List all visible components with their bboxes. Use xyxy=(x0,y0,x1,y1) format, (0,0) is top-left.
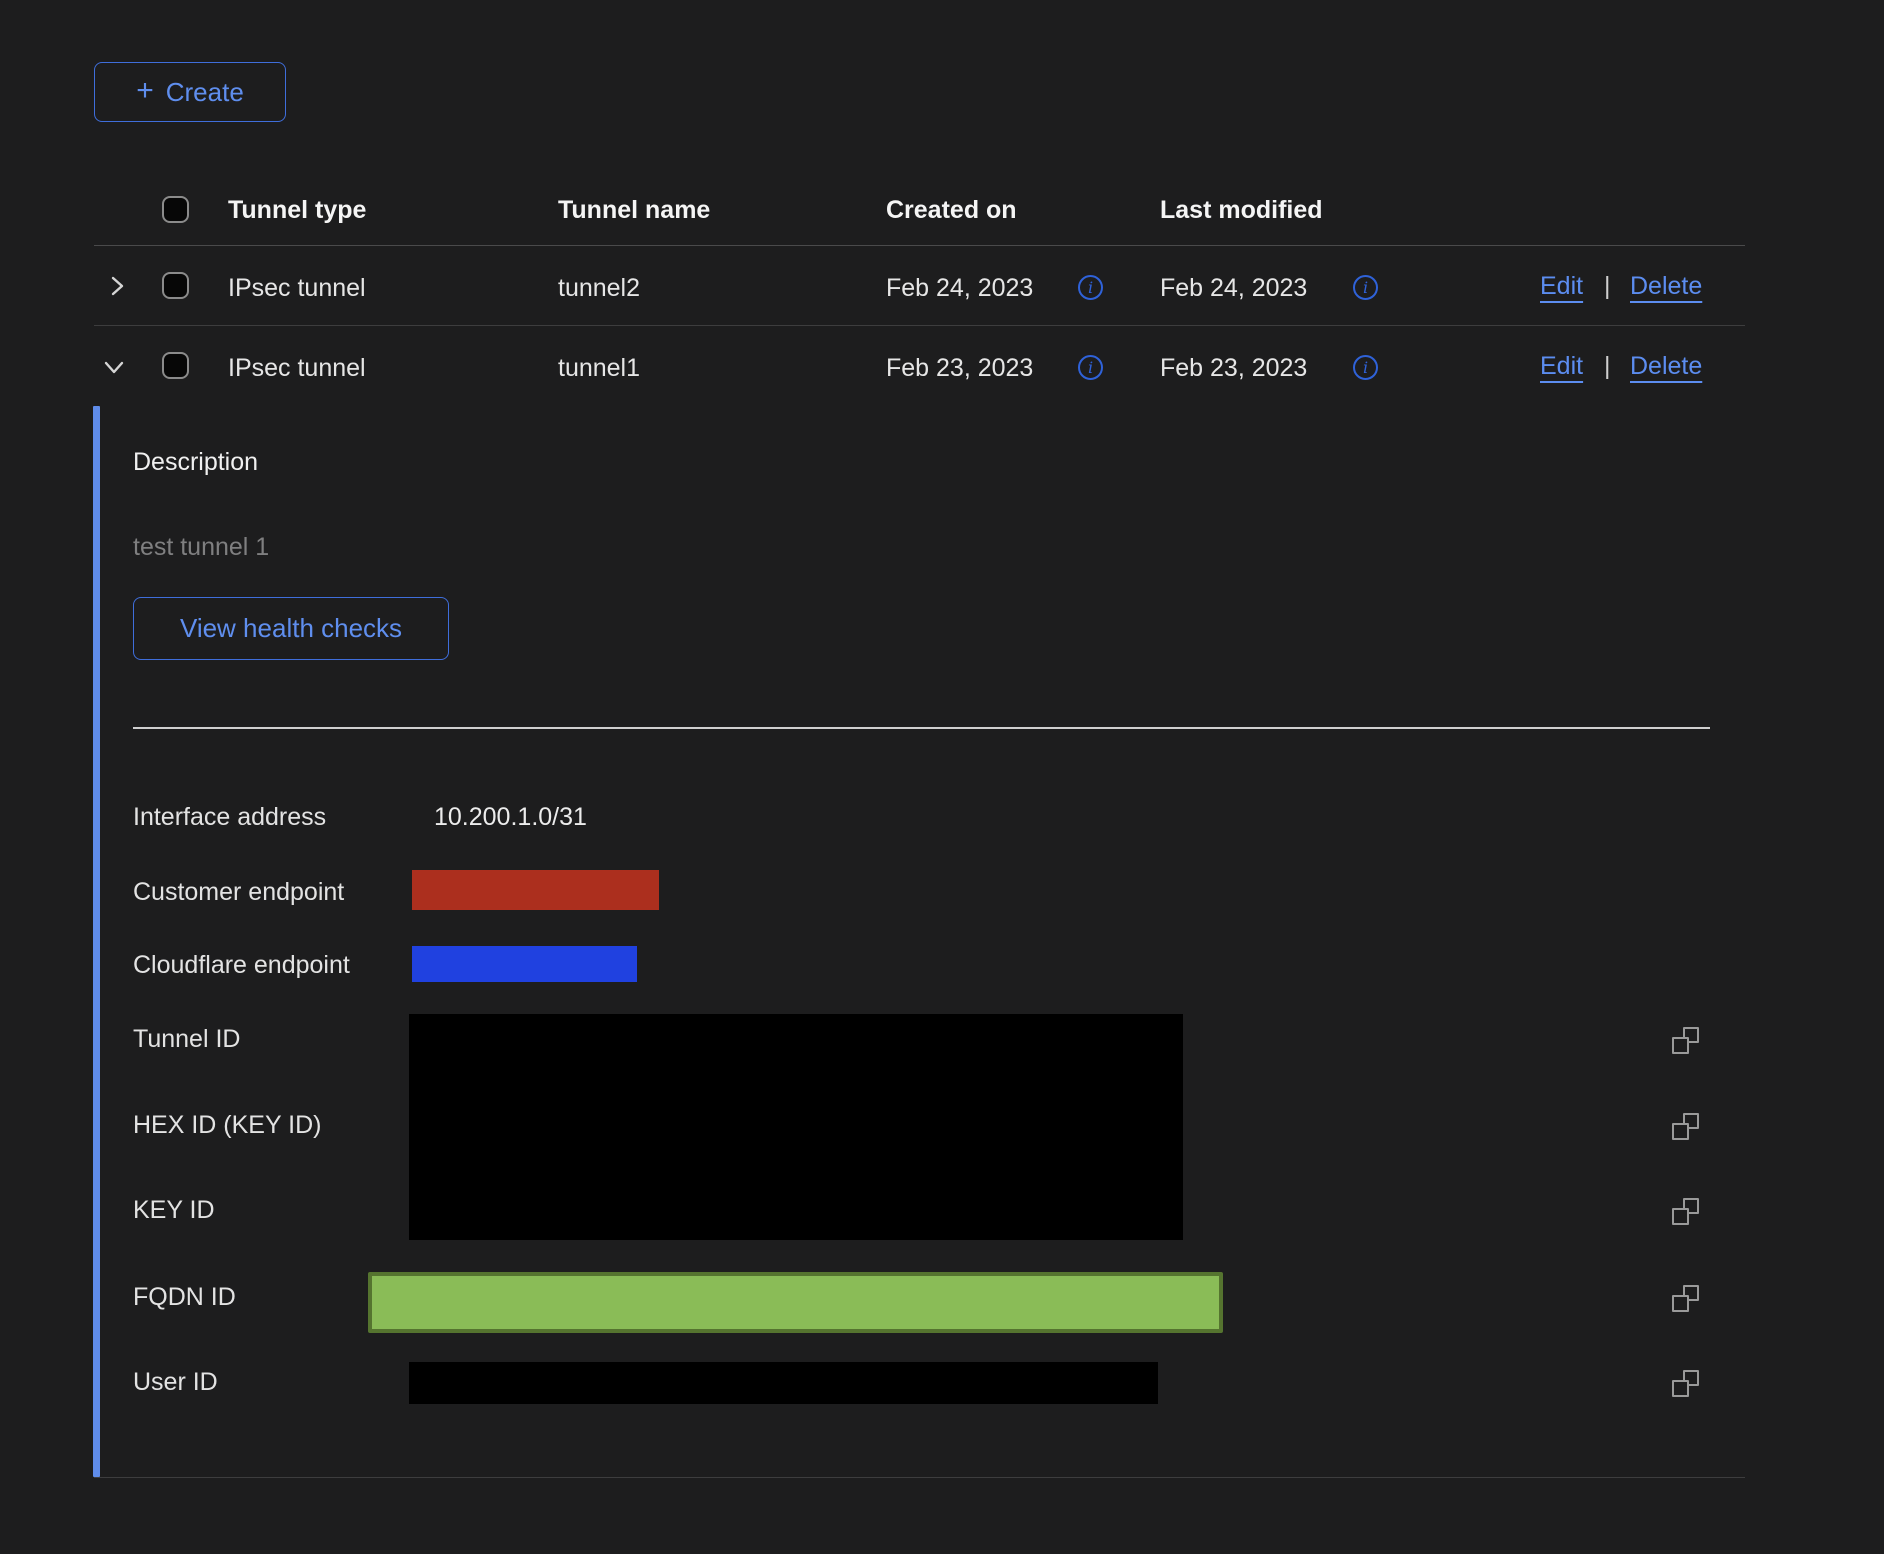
create-button[interactable]: + Create xyxy=(94,62,286,122)
column-header-tunnel-name: Tunnel name xyxy=(558,196,710,225)
select-all-checkbox[interactable] xyxy=(162,196,189,223)
row-divider xyxy=(94,325,1745,326)
edit-link[interactable]: Edit xyxy=(1540,352,1583,381)
tunnel-name-cell: tunnel2 xyxy=(558,274,640,303)
customer-endpoint-redacted-value xyxy=(412,870,659,910)
column-header-last-modified: Last modified xyxy=(1160,196,1323,225)
info-icon[interactable]: i xyxy=(1353,355,1378,380)
action-separator: | xyxy=(1604,352,1611,381)
copy-icon[interactable] xyxy=(1672,1198,1699,1225)
panel-bottom-divider xyxy=(94,1477,1745,1478)
cloudflare-endpoint-label: Cloudflare endpoint xyxy=(133,951,350,980)
info-icon[interactable]: i xyxy=(1078,275,1103,300)
tunnel-type-cell: IPsec tunnel xyxy=(228,354,366,383)
hex-id-label: HEX ID (KEY ID) xyxy=(133,1111,321,1140)
row-checkbox[interactable] xyxy=(162,352,189,379)
tunnel-id-label: Tunnel ID xyxy=(133,1025,240,1054)
plus-icon: + xyxy=(136,76,154,106)
user-id-redacted-value xyxy=(409,1362,1158,1404)
delete-link[interactable]: Delete xyxy=(1630,272,1702,301)
last-modified-cell: Feb 23, 2023 xyxy=(1160,354,1307,383)
detail-divider xyxy=(133,727,1710,729)
info-icon[interactable]: i xyxy=(1353,275,1378,300)
delete-link[interactable]: Delete xyxy=(1630,352,1702,381)
create-button-label: Create xyxy=(166,77,244,108)
key-id-label: KEY ID xyxy=(133,1196,215,1225)
ipsec-tunnels-page: + Create Tunnel type Tunnel name Created… xyxy=(0,0,1884,1554)
header-divider xyxy=(94,245,1745,246)
collapse-row-chevron-down-icon[interactable] xyxy=(101,354,127,380)
copy-icon[interactable] xyxy=(1672,1370,1699,1397)
action-separator: | xyxy=(1604,272,1611,301)
column-header-created-on: Created on xyxy=(886,196,1017,225)
fqdn-id-label: FQDN ID xyxy=(133,1283,236,1312)
tunnel-name-cell: tunnel1 xyxy=(558,354,640,383)
edit-link[interactable]: Edit xyxy=(1540,272,1583,301)
created-on-cell: Feb 23, 2023 xyxy=(886,354,1033,383)
tunnel-id-redacted-value xyxy=(409,1014,1183,1240)
copy-icon[interactable] xyxy=(1672,1113,1699,1140)
view-health-checks-label: View health checks xyxy=(180,613,402,644)
tunnel-type-cell: IPsec tunnel xyxy=(228,274,366,303)
customer-endpoint-label: Customer endpoint xyxy=(133,878,344,907)
fqdn-id-redacted-value xyxy=(368,1272,1223,1333)
created-on-cell: Feb 24, 2023 xyxy=(886,274,1033,303)
last-modified-cell: Feb 24, 2023 xyxy=(1160,274,1307,303)
cloudflare-endpoint-redacted-value xyxy=(412,946,637,982)
info-icon[interactable]: i xyxy=(1078,355,1103,380)
interface-address-label: Interface address xyxy=(133,803,326,832)
column-header-tunnel-type: Tunnel type xyxy=(228,196,366,225)
expanded-row-accent-bar xyxy=(93,406,100,1477)
copy-icon[interactable] xyxy=(1672,1027,1699,1054)
interface-address-value: 10.200.1.0/31 xyxy=(434,803,587,832)
description-value: test tunnel 1 xyxy=(133,533,269,562)
view-health-checks-button[interactable]: View health checks xyxy=(133,597,449,660)
copy-icon[interactable] xyxy=(1672,1285,1699,1312)
description-label: Description xyxy=(133,448,258,477)
expand-row-chevron-right-icon[interactable] xyxy=(104,273,130,299)
user-id-label: User ID xyxy=(133,1368,218,1397)
row-checkbox[interactable] xyxy=(162,272,189,299)
